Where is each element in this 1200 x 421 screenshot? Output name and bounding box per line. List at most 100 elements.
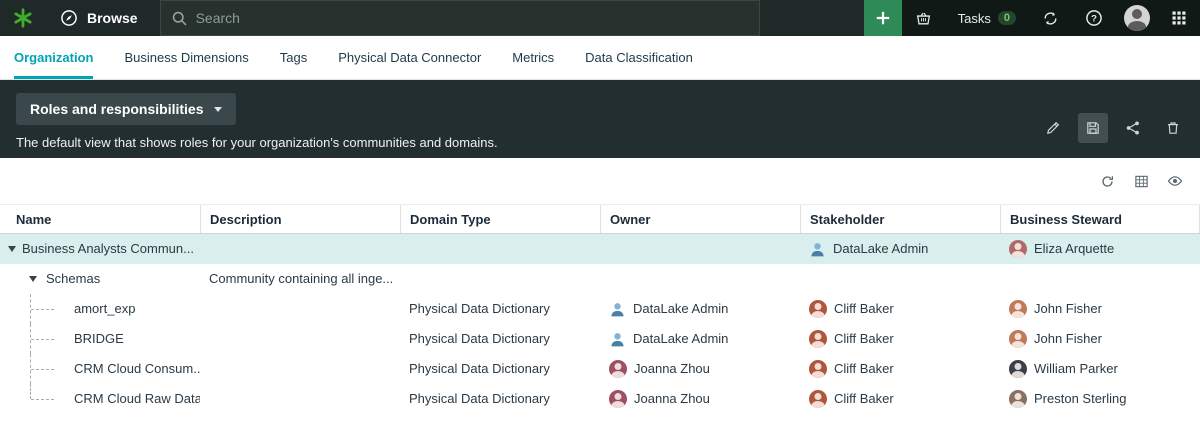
edit-view-button[interactable]: [1038, 113, 1068, 143]
add-button[interactable]: [864, 0, 902, 36]
business-steward-cell: Preston Sterling: [1000, 384, 1200, 414]
compass-icon: [60, 9, 78, 27]
person-name[interactable]: Eliza Arquette: [1034, 234, 1114, 264]
person: Preston Sterling: [1009, 384, 1127, 414]
tab-tags[interactable]: Tags: [280, 36, 307, 79]
tasks-count-badge: 0: [998, 11, 1016, 25]
stakeholder-cell: Cliff Baker: [800, 324, 1000, 354]
stakeholder-cell: Cliff Baker: [800, 294, 1000, 324]
asset-name[interactable]: CRM Cloud Raw Data: [74, 391, 200, 406]
business-steward-cell: [1000, 264, 1200, 294]
search-input[interactable]: [196, 10, 749, 26]
share-view-button[interactable]: [1118, 113, 1148, 143]
view-header: Roles and responsibilities The default v…: [0, 80, 1200, 158]
search-box[interactable]: [160, 0, 760, 36]
table-header: Name Description Domain Type Owner Stake…: [0, 204, 1200, 234]
grid-view-button[interactable]: [1128, 168, 1154, 194]
app-grid-button[interactable]: [1158, 0, 1200, 36]
domain-type-cell: Physical Data Dictionary: [400, 384, 600, 414]
tab-metrics[interactable]: Metrics: [512, 36, 554, 79]
user-icon: [609, 301, 626, 318]
view-description: The default view that shows roles for yo…: [16, 135, 1184, 150]
tree-line: [31, 369, 54, 370]
tab-organization[interactable]: Organization: [14, 36, 93, 79]
name-cell: Schemas: [0, 264, 200, 294]
collapse-icon[interactable]: [8, 246, 16, 252]
sync-button[interactable]: [1029, 0, 1072, 36]
tree-line: [31, 309, 54, 310]
view-selector[interactable]: Roles and responsibilities: [16, 93, 236, 125]
person-name[interactable]: Cliff Baker: [834, 354, 894, 384]
user-icon: [609, 331, 626, 348]
person: DataLake Admin: [609, 324, 728, 354]
column-header-name[interactable]: Name: [0, 205, 200, 233]
view-actions: [1038, 113, 1188, 143]
person-avatar: [1009, 240, 1027, 258]
delete-view-button[interactable]: [1158, 113, 1188, 143]
browse-label: Browse: [87, 10, 138, 26]
name-cell: amort_exp: [0, 294, 200, 324]
owner-cell: [600, 234, 800, 264]
column-header-stakeholder[interactable]: Stakeholder: [800, 205, 1000, 233]
person-name[interactable]: John Fisher: [1034, 324, 1102, 354]
tab-physical-data-connector[interactable]: Physical Data Connector: [338, 36, 481, 79]
table-row[interactable]: CRM Cloud Consum... Physical Data Dictio…: [0, 354, 1200, 384]
asset-name[interactable]: amort_exp: [74, 301, 135, 316]
user-avatar[interactable]: [1124, 5, 1150, 31]
person: John Fisher: [1009, 324, 1102, 354]
chevron-down-icon: [214, 107, 222, 112]
person-avatar: [609, 360, 627, 378]
person-name[interactable]: Cliff Baker: [834, 324, 894, 354]
tasks-button[interactable]: Tasks 0: [945, 0, 1029, 36]
tab-data-classification[interactable]: Data Classification: [585, 36, 693, 79]
person-avatar: [1009, 300, 1027, 318]
person-name[interactable]: Joanna Zhou: [634, 354, 710, 384]
person: Cliff Baker: [809, 354, 894, 384]
description-cell: [200, 354, 400, 384]
search-icon: [171, 10, 188, 27]
column-visibility-button[interactable]: [1162, 168, 1188, 194]
svg-text:?: ?: [1091, 13, 1097, 24]
asset-name[interactable]: Business Analysts Commun...: [22, 241, 194, 256]
column-header-business-steward[interactable]: Business Steward: [1000, 205, 1200, 233]
table-row[interactable]: Business Analysts Commun... DataLake Adm…: [0, 234, 1200, 264]
person-name[interactable]: DataLake Admin: [833, 234, 928, 264]
view-selector-label: Roles and responsibilities: [30, 101, 204, 117]
person-name[interactable]: Cliff Baker: [834, 384, 894, 414]
owner-cell: [600, 264, 800, 294]
table-row[interactable]: Schemas Community containing all inge...: [0, 264, 1200, 294]
person-name[interactable]: John Fisher: [1034, 294, 1102, 324]
help-button[interactable]: ?: [1072, 0, 1116, 36]
tasks-label: Tasks: [958, 11, 991, 26]
person-avatar: [1009, 360, 1027, 378]
person-name[interactable]: Preston Sterling: [1034, 384, 1127, 414]
asset-name[interactable]: CRM Cloud Consum...: [74, 361, 200, 376]
column-header-owner[interactable]: Owner: [600, 205, 800, 233]
data-table: Name Description Domain Type Owner Stake…: [0, 204, 1200, 414]
browse-button[interactable]: Browse: [46, 0, 160, 36]
collapse-icon[interactable]: [29, 276, 37, 282]
person-name[interactable]: DataLake Admin: [633, 324, 728, 354]
asset-name[interactable]: Schemas: [46, 271, 100, 286]
collibra-logo[interactable]: [0, 0, 46, 36]
person: William Parker: [1009, 354, 1118, 384]
person-name[interactable]: Cliff Baker: [834, 294, 894, 324]
owner-cell: Joanna Zhou: [600, 354, 800, 384]
basket-button[interactable]: [902, 0, 945, 36]
asset-name[interactable]: BRIDGE: [74, 331, 124, 346]
table-row[interactable]: CRM Cloud Raw Data Physical Data Diction…: [0, 384, 1200, 414]
tab-business-dimensions[interactable]: Business Dimensions: [124, 36, 248, 79]
person-name[interactable]: William Parker: [1034, 354, 1118, 384]
table-row[interactable]: amort_exp Physical Data Dictionary DataL…: [0, 294, 1200, 324]
domain-type-cell: Physical Data Dictionary: [400, 324, 600, 354]
refresh-button[interactable]: [1094, 168, 1120, 194]
person-name[interactable]: DataLake Admin: [633, 294, 728, 324]
stakeholder-cell: Cliff Baker: [800, 354, 1000, 384]
save-view-button[interactable]: [1078, 113, 1108, 143]
person-name[interactable]: Joanna Zhou: [634, 384, 710, 414]
module-tabs: Organization Business Dimensions Tags Ph…: [0, 36, 1200, 80]
domain-type-cell: Physical Data Dictionary: [400, 294, 600, 324]
column-header-domain-type[interactable]: Domain Type: [400, 205, 600, 233]
table-row[interactable]: BRIDGE Physical Data Dictionary DataLake…: [0, 324, 1200, 354]
column-header-description[interactable]: Description: [200, 205, 400, 233]
